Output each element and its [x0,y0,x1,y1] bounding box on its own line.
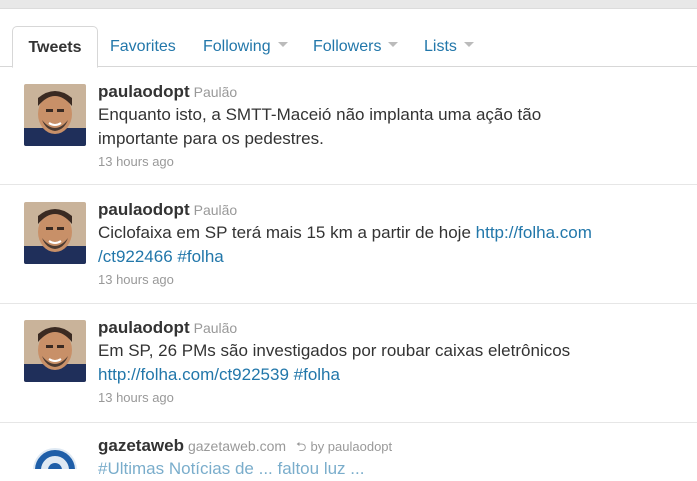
tweet-timestamp[interactable]: 13 hours ago [98,272,174,287]
tweet-hashtag[interactable]: #folha [177,247,223,266]
avatar-photo [24,84,86,146]
tweet-username[interactable]: paulaodopt [98,200,190,219]
tweet-fullname: Paulão [193,202,238,218]
tweet-timestamp[interactable]: 13 hours ago [98,390,174,405]
tweet-link[interactable]: http://folha.com [476,223,592,242]
tab-favorites-label: Favorites [110,38,176,55]
tab-following[interactable]: Following [203,26,288,66]
tab-favorites[interactable]: Favorites [110,26,176,66]
tweet-fullname: Paulão [193,84,238,100]
tweet-text-partial: #Ultimas Notícias de ... faltou luz ... [98,459,365,478]
tweet-username[interactable]: gazetaweb [98,436,184,455]
tweet-item[interactable]: paulaodopt Paulão Enquanto isto, a SMTT-M… [0,66,697,185]
tweet-text-line: importante para os pedestres. [98,129,324,148]
tweet-hashtag[interactable]: #folha [294,365,340,384]
profile-tabs: Tweets Favorites Following Followers Lis… [0,26,697,68]
tab-followers[interactable]: Followers [313,26,399,66]
avatar-photo [24,320,86,382]
tab-lists-label: Lists [424,38,457,55]
tweet-item[interactable]: paulaodopt Paulão Em SP, 26 PMs são inves… [0,304,697,423]
tweet-text-line: Enquanto isto, a SMTT-Maceió não implant… [98,105,542,124]
avatar[interactable] [24,84,86,146]
retweet-by[interactable]: by paulaodopt [310,439,392,454]
tweet-fullname: Paulão [193,320,238,336]
top-strip [0,0,697,9]
tweet-link[interactable]: http://folha.com/ct922539 [98,365,289,384]
tweet-username[interactable]: paulaodopt [98,82,190,101]
tweet-username[interactable]: paulaodopt [98,318,190,337]
tweet-link[interactable]: /ct922466 [98,247,173,266]
chevron-down-icon [388,42,399,48]
tab-followers-label: Followers [313,38,382,55]
avatar[interactable] [24,202,86,264]
avatar[interactable] [24,320,86,382]
chevron-down-icon [463,42,474,48]
tweet-timestamp[interactable]: 13 hours ago [98,154,174,169]
tab-tweets[interactable]: Tweets [12,26,98,68]
tweet-item[interactable]: paulaodopt Paulão Ciclofaixa em SP terá m… [0,185,697,304]
retweet-icon: ⮌ [296,439,307,454]
chevron-down-icon [277,42,288,48]
tab-lists[interactable]: Lists [424,26,474,66]
tweet-text: Ciclofaixa em SP terá mais 15 km a parti… [98,223,476,242]
tweet-item[interactable]: gazetaweb gazetaweb.com ⮌ by paulaodopt #Ul… [0,423,697,478]
tab-following-label: Following [203,38,271,55]
avatar-photo [24,202,86,264]
tweet-text-line: Em SP, 26 PMs são investigados por rouba… [98,341,571,360]
tweet-fullname: gazetaweb.com [187,438,287,454]
